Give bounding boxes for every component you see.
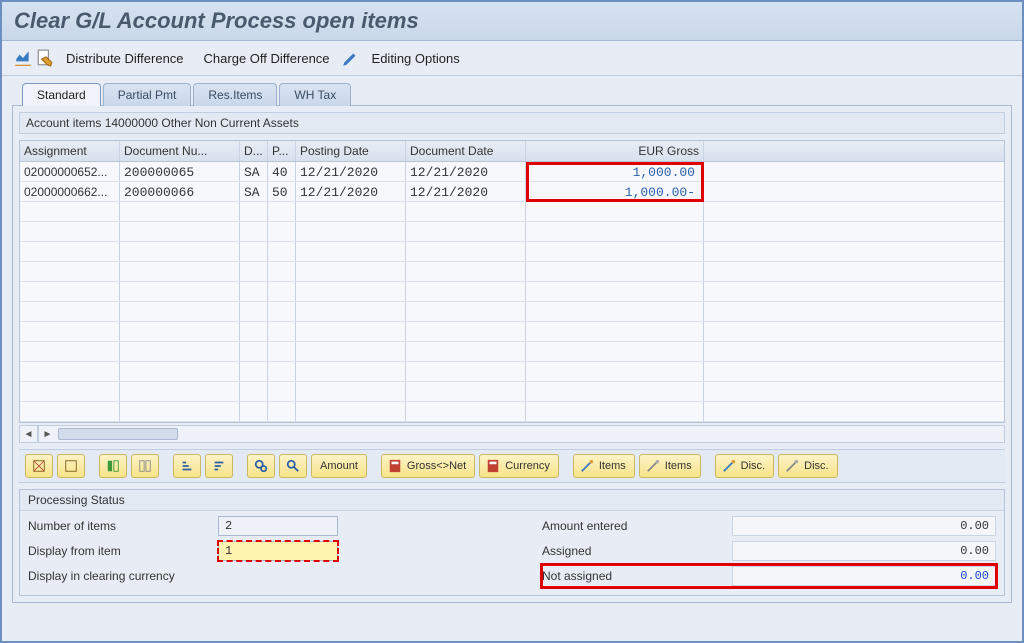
tab-wh-tax[interactable]: WH Tax — [279, 83, 351, 106]
tab-partial-pmt[interactable]: Partial Pmt — [103, 83, 192, 106]
cell-amount[interactable]: 1,000.00- — [526, 182, 704, 201]
not-assigned-value: 0.00 — [732, 566, 996, 586]
col-eur-gross[interactable]: EUR Gross — [526, 141, 704, 161]
cell-postkey: 50 — [268, 182, 296, 201]
wand-off-icon — [646, 459, 660, 473]
cell-amount[interactable]: 1,000.00 — [526, 162, 704, 181]
wand-icon — [722, 459, 736, 473]
col-doc-type[interactable]: D... — [240, 141, 268, 161]
amount-entered-value: 0.00 — [732, 516, 996, 536]
processing-status-panel: Processing Status Number of items 2 Disp… — [19, 489, 1005, 596]
cell-doctype: SA — [240, 182, 268, 201]
main-toolbar: Distribute Difference Charge Off Differe… — [2, 41, 1022, 76]
sort-asc-button[interactable] — [173, 454, 201, 478]
scroll-left-icon[interactable]: ◄ — [20, 426, 38, 442]
number-of-items-value: 2 — [218, 516, 338, 536]
wand-icon — [580, 459, 594, 473]
not-assigned-label: Not assigned — [542, 569, 732, 583]
cell-assignment: 02000000652... — [20, 162, 120, 181]
horizontal-scrollbar[interactable]: ◄ ► — [19, 425, 1005, 443]
cell-posting-date: 12/21/2020 — [296, 182, 406, 201]
gross-net-button[interactable]: Gross<>Net — [381, 454, 475, 478]
table-row[interactable]: 02000000652... 200000065 SA 40 12/21/202… — [20, 162, 1004, 182]
amount-entered-label: Amount entered — [542, 519, 732, 533]
chart-icon[interactable] — [14, 49, 32, 67]
display-from-item-label: Display from item — [28, 544, 218, 558]
wand-off-icon — [785, 459, 799, 473]
tab-res-items[interactable]: Res.Items — [193, 83, 277, 106]
charge-off-difference-link[interactable]: Charge Off Difference — [196, 51, 338, 66]
find-next-button[interactable] — [279, 454, 307, 478]
status-right-column: Amount entered 0.00 Assigned 0.00 Not as… — [542, 515, 996, 587]
cell-posting-date: 12/21/2020 — [296, 162, 406, 181]
page-title: Clear G/L Account Process open items — [14, 8, 1010, 34]
cell-document-date: 12/21/2020 — [406, 162, 526, 181]
find-button[interactable] — [247, 454, 275, 478]
document-edit-icon[interactable] — [36, 49, 54, 67]
cell-document-date: 12/21/2020 — [406, 182, 526, 201]
display-from-item-input[interactable]: 1 — [218, 541, 338, 561]
pencil-icon[interactable] — [342, 49, 360, 67]
col-posting-key[interactable]: P... — [268, 141, 296, 161]
cell-assignment: 02000000662... — [20, 182, 120, 201]
table-row[interactable]: 02000000662... 200000066 SA 50 12/21/202… — [20, 182, 1004, 202]
currency-button[interactable]: Currency — [479, 454, 559, 478]
grid-body: 02000000652... 200000065 SA 40 12/21/202… — [20, 162, 1004, 422]
assigned-label: Assigned — [542, 544, 732, 558]
col-document-date[interactable]: Document Date — [406, 141, 526, 161]
assigned-value: 0.00 — [732, 541, 996, 561]
editing-options-link[interactable]: Editing Options — [364, 51, 468, 66]
select-block-button[interactable] — [99, 454, 127, 478]
cell-postkey: 40 — [268, 162, 296, 181]
activate-discount-button[interactable]: Disc. — [715, 454, 774, 478]
open-items-grid: Assignment Document Nu... D... P... Post… — [19, 140, 1005, 423]
col-assignment[interactable]: Assignment — [20, 141, 120, 161]
calculator-icon — [486, 459, 500, 473]
amount-button[interactable]: Amount — [311, 454, 367, 478]
cell-docnum: 200000065 — [120, 162, 240, 181]
tab-strip: Standard Partial Pmt Res.Items WH Tax — [2, 76, 1022, 105]
tab-standard[interactable]: Standard — [22, 83, 101, 106]
processing-status-title: Processing Status — [20, 490, 1004, 511]
deselect-block-button[interactable] — [131, 454, 159, 478]
scroll-track[interactable] — [56, 426, 1004, 442]
col-document-number[interactable]: Document Nu... — [120, 141, 240, 161]
title-bar: Clear G/L Account Process open items — [2, 2, 1022, 41]
account-items-header: Account items 14000000 Other Non Current… — [19, 112, 1005, 134]
display-in-clearing-currency-label: Display in clearing currency — [28, 569, 218, 583]
activate-items-button[interactable]: Items — [573, 454, 635, 478]
sort-desc-button[interactable] — [205, 454, 233, 478]
number-of-items-label: Number of items — [28, 519, 218, 533]
col-posting-date[interactable]: Posting Date — [296, 141, 406, 161]
status-left-column: Number of items 2 Display from item 1 Di… — [28, 515, 482, 587]
scroll-right-icon[interactable]: ► — [38, 426, 56, 442]
cell-doctype: SA — [240, 162, 268, 181]
grid-header: Assignment Document Nu... D... P... Post… — [20, 141, 1004, 162]
deselect-all-button[interactable] — [57, 454, 85, 478]
select-all-button[interactable] — [25, 454, 53, 478]
content-panel: Account items 14000000 Other Non Current… — [12, 105, 1012, 603]
scroll-thumb[interactable] — [58, 428, 178, 440]
action-toolbar: Amount Gross<>Net Currency Items Items D… — [19, 449, 1005, 483]
distribute-difference-link[interactable]: Distribute Difference — [58, 51, 192, 66]
deactivate-discount-button[interactable]: Disc. — [778, 454, 837, 478]
calculator-icon — [388, 459, 402, 473]
deactivate-items-button[interactable]: Items — [639, 454, 701, 478]
cell-docnum: 200000066 — [120, 182, 240, 201]
